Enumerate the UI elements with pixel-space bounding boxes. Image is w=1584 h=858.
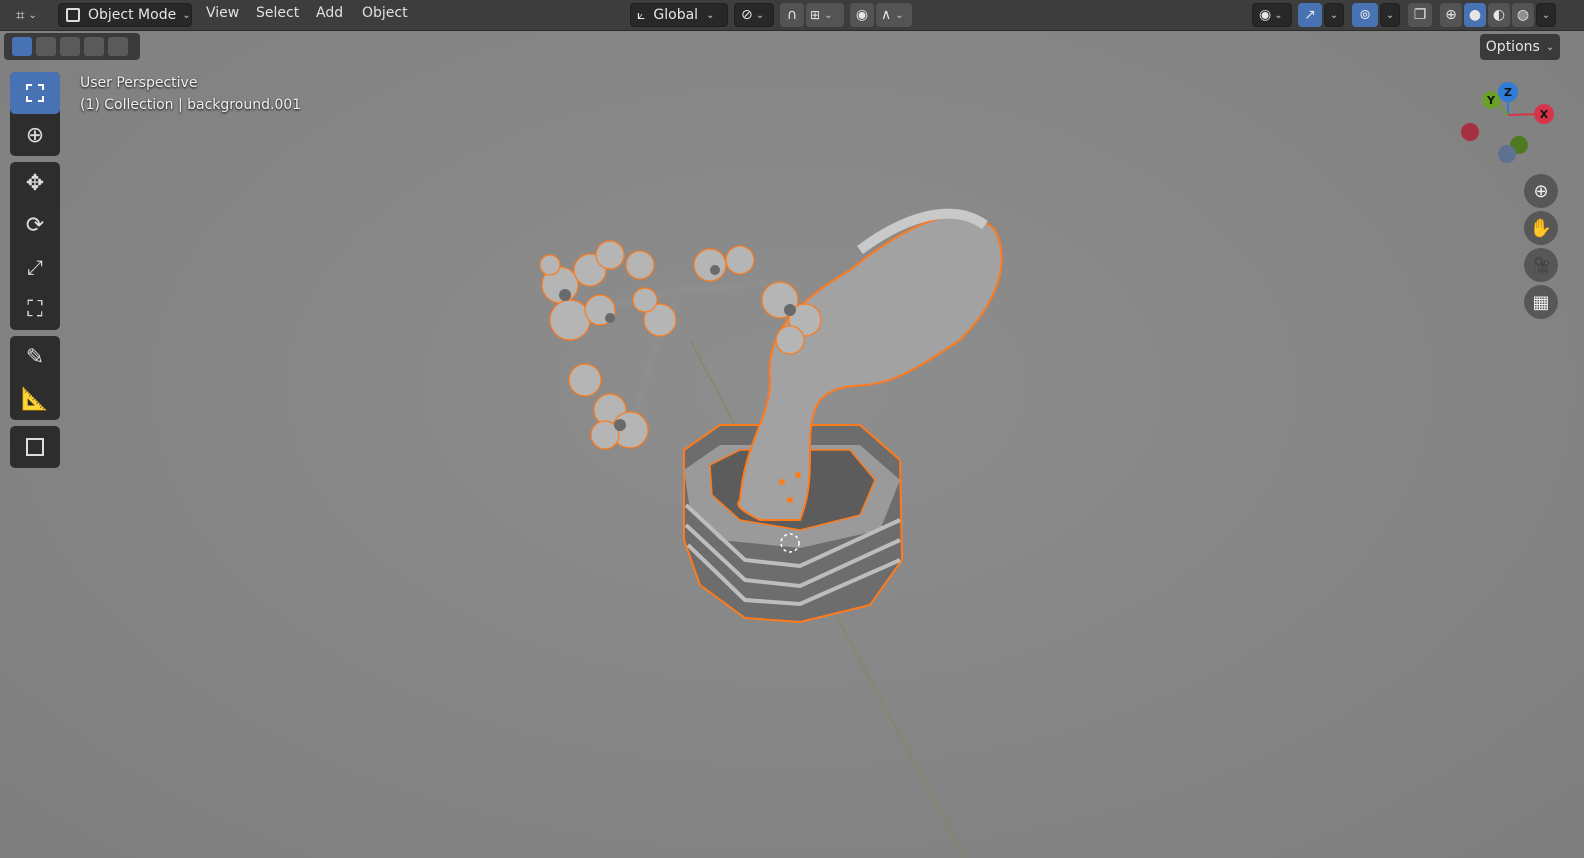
move-tool[interactable]: ✥ bbox=[10, 162, 60, 204]
select-box-icon bbox=[26, 84, 44, 102]
pan-hand-icon: ✋ bbox=[1529, 217, 1553, 239]
rendered-shading-icon: ◍ bbox=[1516, 7, 1530, 23]
transform-orientation-dropdown[interactable]: ⟀ Global ⌄ bbox=[630, 3, 728, 27]
solid-shading-icon: ● bbox=[1468, 7, 1482, 23]
falloff-dropdown[interactable]: ∧ ⌄ bbox=[876, 3, 912, 27]
gizmo-icon: ↗ bbox=[1304, 7, 1316, 23]
pivot-point-dropdown[interactable]: ⊘ ⌄ bbox=[734, 3, 774, 27]
zoom-button[interactable]: ⊕ bbox=[1524, 174, 1558, 208]
overlay-toggle[interactable]: ⊚ bbox=[1352, 3, 1378, 27]
proportional-edit-toggle[interactable]: ◉ bbox=[850, 3, 874, 27]
wireframe-shading-icon: ⊕ bbox=[1445, 7, 1457, 23]
viewport-header: ⌗ ⌄ Object Mode ⌄ View Select Add Object … bbox=[0, 0, 1584, 31]
gizmo-x-axis[interactable]: X bbox=[1534, 104, 1554, 124]
viewport-info: User Perspective (1) Collection | backgr… bbox=[80, 72, 301, 116]
snap-target-dropdown[interactable]: ⊞ ⌄ bbox=[806, 3, 844, 27]
gizmo-neg-z-axis[interactable] bbox=[1498, 145, 1516, 163]
toolbar: ⊕ ✥ ⟳ ⤢ ⛶ ✎ 📐 bbox=[10, 72, 60, 474]
snap-toggle[interactable]: ∩ bbox=[780, 3, 804, 27]
scale-tool[interactable]: ⤢ bbox=[10, 246, 60, 288]
gizmo-toggle[interactable]: ↗ bbox=[1298, 3, 1322, 27]
rendered-shading-button[interactable]: ◍ bbox=[1512, 3, 1534, 27]
menu-view[interactable]: View bbox=[206, 5, 239, 21]
wireframe-shading-button[interactable]: ⊕ bbox=[1440, 3, 1462, 27]
cursor-icon: ⊕ bbox=[25, 122, 45, 148]
move-icon: ✥ bbox=[25, 170, 45, 196]
select-box-tool[interactable] bbox=[10, 72, 60, 114]
gizmo-y-axis[interactable]: Y bbox=[1482, 91, 1500, 109]
transform-orientation-label: Global bbox=[653, 7, 699, 23]
solid-shading-button[interactable]: ● bbox=[1464, 3, 1486, 27]
gizmo-z-axis[interactable]: Z bbox=[1498, 82, 1518, 102]
add-cube-icon bbox=[26, 438, 44, 456]
collection-info: (1) Collection | background.001 bbox=[80, 97, 302, 113]
rotate-tool[interactable]: ⟳ bbox=[10, 204, 60, 246]
material-shading-button[interactable]: ◐ bbox=[1488, 3, 1510, 27]
visibility-dropdown[interactable]: ◉ ⌄ bbox=[1252, 3, 1292, 27]
select-subtract-button[interactable] bbox=[60, 37, 80, 56]
rotate-icon: ⟳ bbox=[25, 212, 45, 238]
add-cube-tool[interactable] bbox=[10, 426, 60, 468]
snap-increment-icon: ⊞ bbox=[810, 8, 821, 22]
zoom-icon: ⊕ bbox=[1533, 180, 1549, 202]
measure-tool[interactable]: 📐 bbox=[10, 378, 60, 420]
object-mode-dropdown[interactable]: Object Mode ⌄ bbox=[58, 3, 192, 27]
scale-icon: ⤢ bbox=[27, 255, 43, 279]
editor-type-button[interactable]: ⌗ ⌄ bbox=[8, 3, 50, 27]
cursor-tool[interactable]: ⊕ bbox=[10, 114, 60, 156]
material-shading-icon: ◐ bbox=[1492, 7, 1506, 23]
3d-viewport[interactable] bbox=[0, 0, 1584, 858]
shading-dropdown[interactable]: ⌄ bbox=[1536, 3, 1556, 27]
xray-toggle[interactable]: ❐ bbox=[1408, 3, 1432, 27]
proportional-edit-icon: ◉ bbox=[855, 7, 869, 23]
transform-orientation-icon: ⟀ bbox=[637, 7, 646, 23]
gizmo-dropdown[interactable]: ⌄ bbox=[1324, 3, 1344, 27]
pan-button[interactable]: ✋ bbox=[1524, 211, 1558, 245]
gizmo-neg-x-axis[interactable] bbox=[1461, 123, 1479, 141]
overlay-icon: ⊚ bbox=[1359, 7, 1371, 23]
visibility-icon: ◉ bbox=[1259, 7, 1272, 23]
measure-icon: 📐 bbox=[21, 386, 49, 412]
bonsai-model[interactable] bbox=[539, 208, 1003, 624]
grid-perspective-icon: ▦ bbox=[1532, 291, 1550, 313]
camera-view-button[interactable]: 🎥 bbox=[1524, 248, 1558, 282]
select-extend-button[interactable] bbox=[36, 37, 56, 56]
gizmo-x-label: X bbox=[1539, 107, 1549, 121]
options-label: Options bbox=[1485, 39, 1540, 55]
annotate-tool[interactable]: ✎ bbox=[10, 336, 60, 378]
transform-tool[interactable]: ⛶ bbox=[10, 288, 60, 330]
xray-icon: ❐ bbox=[1413, 7, 1427, 23]
falloff-icon: ∧ bbox=[881, 7, 892, 23]
scene-canvas[interactable] bbox=[0, 0, 1584, 858]
menu-object[interactable]: Object bbox=[362, 5, 408, 21]
gizmo-z-label: Z bbox=[1504, 85, 1512, 99]
select-new-button[interactable] bbox=[12, 37, 32, 56]
transform-icon: ⛶ bbox=[27, 296, 43, 322]
annotate-icon: ✎ bbox=[25, 344, 45, 370]
camera-icon: 🎥 bbox=[1531, 255, 1551, 275]
object-mode-icon bbox=[66, 8, 80, 22]
select-difference-button[interactable] bbox=[84, 37, 104, 56]
overlay-dropdown[interactable]: ⌄ bbox=[1380, 3, 1400, 27]
options-dropdown[interactable]: Options ⌄ bbox=[1480, 34, 1560, 60]
perspective-toggle-button[interactable]: ▦ bbox=[1524, 285, 1558, 319]
snap-icon: ∩ bbox=[786, 7, 798, 23]
navigation-gizmo[interactable]: Z X Y bbox=[1458, 80, 1558, 170]
menu-add[interactable]: Add bbox=[316, 5, 343, 21]
pivot-point-icon: ⊘ bbox=[741, 7, 753, 23]
view-name: User Perspective bbox=[80, 75, 198, 91]
object-mode-label: Object Mode bbox=[88, 7, 177, 23]
select-intersect-button[interactable] bbox=[108, 37, 128, 56]
menu-select[interactable]: Select bbox=[256, 5, 299, 21]
gizmo-y-label: Y bbox=[1487, 93, 1495, 107]
editor-type-icon: ⌗ bbox=[16, 6, 25, 24]
selection-mode-bar bbox=[4, 33, 140, 60]
